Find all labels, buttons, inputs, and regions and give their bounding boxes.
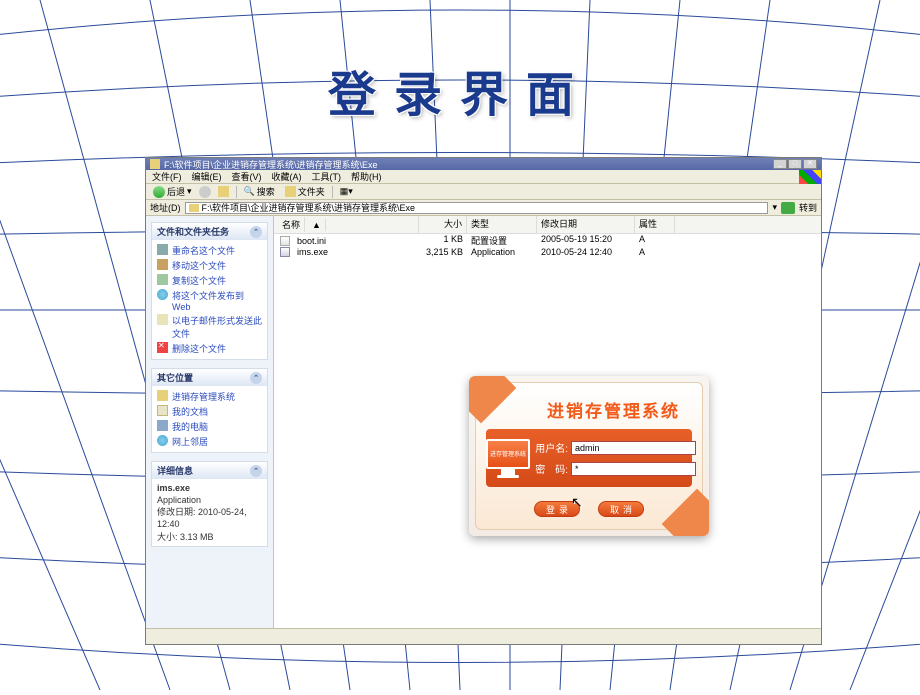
window-titlebar[interactable]: F:\软件项目\企业进销存管理系统\进销存管理系统\Exe _ □ ✕: [146, 158, 821, 170]
delete-icon: [157, 342, 168, 353]
file-row[interactable]: ims.exe 3,215 KB Application 2010-05-24 …: [274, 247, 821, 257]
toolbar: 后退 ▾ 🔍 搜索 文件夹 ▦▾: [146, 184, 821, 200]
place-network[interactable]: 网上邻居: [157, 434, 262, 449]
folders-icon: [285, 186, 296, 197]
collapse-icon[interactable]: ⌃: [250, 372, 262, 384]
address-path: F:\软件项目\企业进销存管理系统\进销存管理系统\Exe: [202, 201, 416, 214]
folders-button[interactable]: 文件夹: [282, 185, 328, 198]
views-button[interactable]: ▦▾: [337, 186, 356, 197]
login-system-name: 进销存管理系统: [547, 397, 680, 422]
login-dialog: 进销存管理系统 进存管理系统 用户名:: [469, 376, 709, 536]
back-icon: [153, 186, 165, 198]
place-my-computer[interactable]: 我的电脑: [157, 419, 262, 434]
collapse-icon[interactable]: ⌃: [250, 226, 262, 238]
ini-file-icon: [280, 236, 290, 246]
password-label: 密 码:: [530, 461, 568, 476]
exe-file-icon: [280, 247, 290, 257]
back-button[interactable]: 后退 ▾: [150, 185, 195, 198]
place-my-documents[interactable]: 我的文档: [157, 404, 262, 419]
monitor-illustration: 进存管理系统: [486, 429, 530, 487]
menu-help[interactable]: 帮助(H): [351, 170, 382, 183]
folder-icon: [157, 390, 168, 401]
col-size[interactable]: 大小: [419, 216, 467, 233]
forward-button[interactable]: [199, 186, 211, 198]
search-icon: 🔍: [244, 186, 255, 197]
windows-flag-icon: [799, 170, 821, 184]
explorer-window: F:\软件项目\企业进销存管理系统\进销存管理系统\Exe _ □ ✕ 文件(F…: [145, 157, 822, 645]
statusbar: [146, 628, 821, 644]
documents-icon: [157, 405, 168, 416]
menu-view[interactable]: 查看(V): [232, 170, 262, 183]
col-name[interactable]: 名称 ▲: [274, 216, 419, 233]
file-tasks-title: 文件和文件夹任务: [157, 225, 229, 238]
place-parent-folder[interactable]: 进销存管理系统: [157, 389, 262, 404]
up-folder-icon: [218, 186, 229, 197]
chevron-down-icon: ▾: [187, 186, 192, 197]
task-publish[interactable]: 将这个文件发布到 Web: [157, 288, 262, 313]
move-icon: [157, 259, 168, 270]
login-button[interactable]: 登录: [534, 501, 580, 517]
rename-icon: [157, 244, 168, 255]
details-type: Application: [157, 494, 262, 506]
separator: [236, 186, 237, 198]
task-copy[interactable]: 复制这个文件: [157, 273, 262, 288]
username-label: 用户名:: [530, 440, 568, 455]
menubar: 文件(F) 编辑(E) 查看(V) 收藏(A) 工具(T) 帮助(H): [146, 170, 821, 184]
details-panel: 详细信息 ⌃ ims.exe Application 修改日期: 2010-05…: [151, 461, 268, 547]
copy-icon: [157, 274, 168, 285]
tasks-sidebar: 文件和文件夹任务 ⌃ 重命名这个文件 移动这个文件 复制这个文件 将这个文件发布…: [146, 216, 274, 628]
details-size: 大小: 3.13 MB: [157, 531, 262, 543]
other-places-title: 其它位置: [157, 371, 193, 384]
page-title: 登录界面: [0, 55, 920, 125]
task-delete[interactable]: 删除这个文件: [157, 341, 262, 356]
sort-asc-icon: ▲: [308, 219, 326, 231]
computer-icon: [157, 420, 168, 431]
details-title: 详细信息: [157, 464, 193, 477]
cancel-button[interactable]: 取消: [598, 501, 644, 517]
network-icon: [157, 435, 168, 446]
monitor-screen: 进存管理系统: [486, 439, 530, 469]
col-type[interactable]: 类型: [467, 216, 537, 233]
username-input[interactable]: [571, 441, 696, 455]
address-input[interactable]: F:\软件项目\企业进销存管理系统\进销存管理系统\Exe: [185, 202, 769, 214]
mail-icon: [157, 314, 168, 325]
menu-favorites[interactable]: 收藏(A): [272, 170, 302, 183]
go-button[interactable]: [781, 202, 795, 214]
file-list-area: 名称 ▲ 大小 类型 修改日期 属性 boot.ini 1 KB 配置设置 20…: [274, 216, 821, 628]
go-label: 转到: [799, 201, 817, 214]
separator: [332, 186, 333, 198]
collapse-icon[interactable]: ⌃: [250, 465, 262, 477]
file-row[interactable]: boot.ini 1 KB 配置设置 2005-05-19 15:20 A: [274, 234, 821, 247]
maximize-button[interactable]: □: [788, 159, 802, 169]
search-button[interactable]: 🔍 搜索: [241, 185, 278, 198]
folder-icon: [150, 159, 160, 169]
window-title: F:\软件项目\企业进销存管理系统\进销存管理系统\Exe: [164, 158, 378, 171]
folder-icon: [189, 204, 199, 212]
file-tasks-panel: 文件和文件夹任务 ⌃ 重命名这个文件 移动这个文件 复制这个文件 将这个文件发布…: [151, 222, 268, 360]
task-email[interactable]: 以电子邮件形式发送此文件: [157, 313, 262, 341]
web-icon: [157, 289, 168, 300]
close-button[interactable]: ✕: [803, 159, 817, 169]
task-move[interactable]: 移动这个文件: [157, 258, 262, 273]
address-dropdown[interactable]: ▾: [772, 202, 777, 213]
addressbar: 地址(D) F:\软件项目\企业进销存管理系统\进销存管理系统\Exe ▾ 转到: [146, 200, 821, 216]
details-date: 修改日期: 2010-05-24, 12:40: [157, 506, 262, 530]
address-label: 地址(D): [150, 201, 181, 214]
up-button[interactable]: [215, 186, 232, 197]
password-input[interactable]: [571, 462, 696, 476]
other-places-panel: 其它位置 ⌃ 进销存管理系统 我的文档 我的电脑 网上邻居: [151, 368, 268, 453]
menu-file[interactable]: 文件(F): [152, 170, 182, 183]
col-attr[interactable]: 属性: [635, 216, 675, 233]
menu-tools[interactable]: 工具(T): [312, 170, 342, 183]
menu-edit[interactable]: 编辑(E): [192, 170, 222, 183]
task-rename[interactable]: 重命名这个文件: [157, 243, 262, 258]
col-date[interactable]: 修改日期: [537, 216, 635, 233]
details-filename: ims.exe: [157, 482, 262, 494]
minimize-button[interactable]: _: [773, 159, 787, 169]
